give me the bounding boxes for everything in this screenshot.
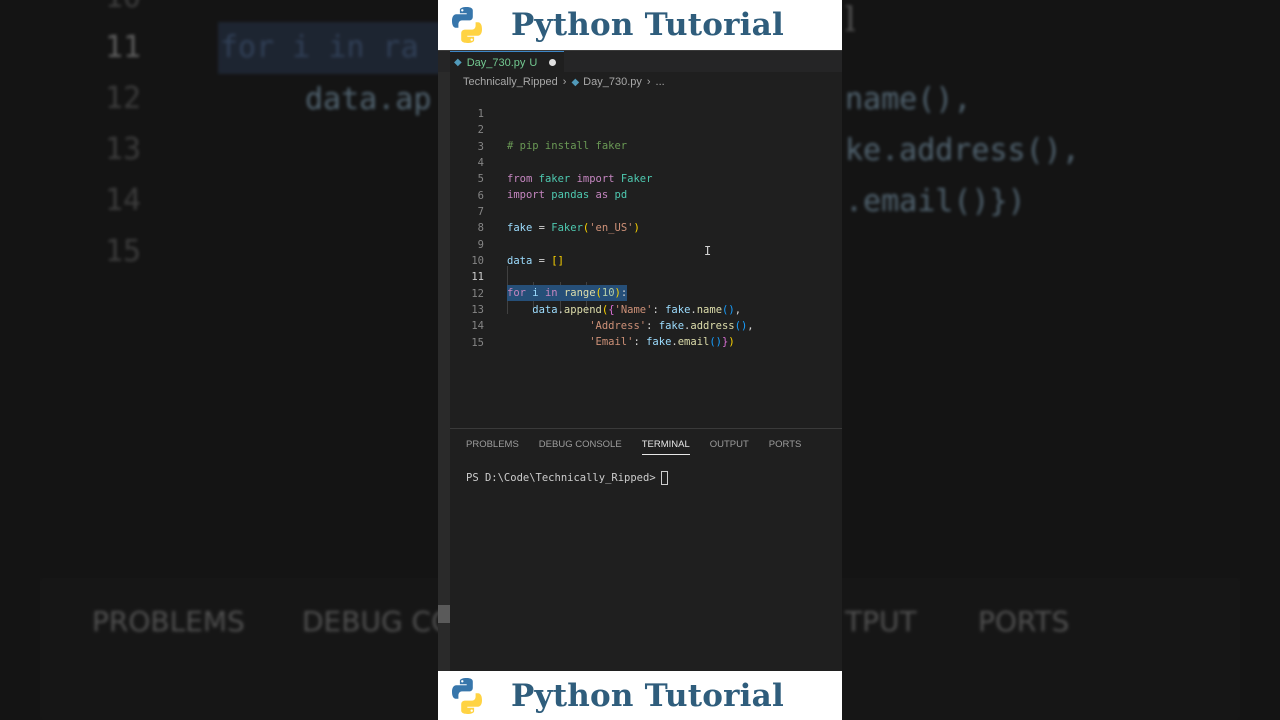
code-line: 14 'Email': fake.email()}) [471, 320, 735, 348]
breadcrumb-more[interactable]: ... [656, 76, 665, 88]
panel-tabs: PROBLEMS DEBUG CONSOLE TERMINAL OUTPUT P… [466, 439, 821, 455]
video-frame: Python Tutorial ◆ Day_730.py U Technical… [438, 0, 842, 720]
breadcrumb-folder[interactable]: Technically_Ripped [463, 76, 558, 88]
python-file-icon: ◆ [454, 57, 462, 68]
i-beam-cursor-icon: I [704, 244, 712, 258]
breadcrumb-file[interactable]: Day_730.py [583, 76, 642, 88]
terminal-cursor [660, 471, 668, 485]
breadcrumb: Technically_Ripped › ◆ Day_730.py › ... [463, 74, 665, 90]
code-line: 9 data = [] [477, 239, 564, 267]
python-logo-icon [452, 677, 482, 714]
code-line: 2 # pip install faker [477, 124, 628, 152]
terminal-prompt: PS D:\Code\Technically_Ripped> [466, 472, 656, 484]
editor-tab-bar: ◆ Day_730.py U [438, 50, 842, 73]
code-line: 8 [477, 222, 484, 234]
code-line: 7 fake = Faker('en_US') [477, 206, 640, 234]
code-line: 5 import pandas as pd [477, 173, 628, 201]
scroll-handle[interactable] [438, 605, 450, 623]
code-line: 1 [477, 108, 484, 120]
code-line: 15 [471, 337, 484, 349]
code-line: 12 data.append({'Name': fake.name(), [471, 288, 742, 316]
tab-problems[interactable]: PROBLEMS [466, 439, 519, 455]
code-editor[interactable]: 1 2 # pip install faker 3 4 from faker i… [438, 90, 842, 428]
bottom-banner: Python Tutorial [438, 671, 842, 720]
python-logo-icon [452, 7, 482, 43]
code-line-selected: 11 for i in range(10): [471, 271, 628, 301]
code-line: 4 from faker import Faker [477, 157, 653, 185]
terminal-input[interactable]: PS D:\Code\Technically_Ripped> [466, 471, 668, 485]
unsaved-dot-icon[interactable] [549, 59, 557, 66]
tab-ports[interactable]: PORTS [769, 439, 802, 455]
tab-status: U [529, 56, 538, 69]
code-line: 6 [477, 190, 484, 202]
chevron-right-icon: › [562, 76, 567, 88]
banner-title: Python Tutorial [511, 7, 784, 43]
banner-title: Python Tutorial [511, 677, 784, 714]
tab-filename: Day_730.py [466, 56, 526, 69]
code-line: 3 [477, 141, 484, 153]
top-banner: Python Tutorial [438, 0, 842, 50]
chevron-right-icon: › [646, 76, 651, 88]
bottom-panel: PROBLEMS DEBUG CONSOLE TERMINAL OUTPUT P… [450, 428, 842, 671]
code-line: 13 'Address': fake.address(), [471, 304, 754, 332]
python-file-icon: ◆ [571, 76, 580, 88]
code-line: 10 [471, 255, 484, 267]
tab-day-730[interactable]: ◆ Day_730.py U [450, 51, 565, 73]
tab-terminal[interactable]: TERMINAL [641, 439, 690, 455]
tab-debug-console[interactable]: DEBUG CONSOLE [539, 439, 622, 455]
tab-output[interactable]: OUTPUT [710, 439, 749, 455]
